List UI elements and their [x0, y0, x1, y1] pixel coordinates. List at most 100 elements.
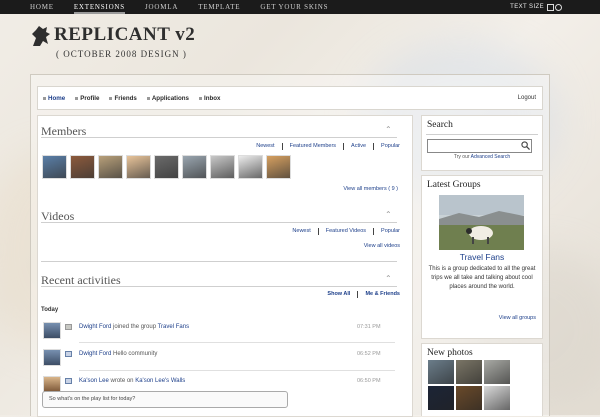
videos-tab[interactable]: Featured Videos — [326, 228, 366, 235]
activity-actor-link[interactable]: Dwight Ford — [79, 351, 111, 357]
activity-time: 06:52 PM — [357, 351, 381, 357]
top-nav-list: HOME EXTENSIONS JOOMLA TEMPLATE GET YOUR SKI… — [30, 0, 328, 14]
top-nav-item[interactable]: EXTENSIONS — [73, 0, 125, 14]
menu-items: Home Profile Friends Applications Inbox — [43, 87, 220, 109]
photo-thumbnail[interactable] — [484, 386, 510, 410]
members-avatar-list — [42, 155, 291, 179]
divider — [41, 222, 397, 223]
site-logo[interactable]: REPLICANT v2 ( OCTOBER 2008 DESIGN ) — [30, 20, 230, 68]
activity-description: Hello community — [111, 351, 158, 357]
advanced-search-link[interactable]: Advanced Search — [471, 154, 510, 160]
members-tab[interactable]: Newest — [256, 143, 274, 150]
members-tab[interactable]: Active — [351, 143, 366, 150]
day-label: Today — [41, 307, 59, 313]
separator — [373, 143, 375, 150]
member-avatar[interactable] — [42, 155, 67, 179]
comment-box[interactable]: So what's on the play list for today? — [42, 391, 288, 408]
member-avatar[interactable] — [182, 155, 207, 179]
menu-item-label: Profile — [80, 94, 100, 102]
member-avatar[interactable] — [266, 155, 291, 179]
member-avatar[interactable] — [210, 155, 235, 179]
activity-text: Ka'son Lee wrote on Ka'son Lee's Walls — [79, 378, 185, 384]
photo-thumbnail[interactable] — [428, 360, 454, 384]
menu-item[interactable]: Inbox — [198, 94, 221, 102]
activity-description: wrote on — [108, 378, 136, 384]
divider — [41, 261, 397, 262]
group-name-link[interactable]: Travel Fans — [422, 252, 542, 262]
member-avatar[interactable] — [126, 155, 151, 179]
bullet-icon — [43, 96, 46, 100]
videos-collapse-icon[interactable]: ⌃ — [385, 210, 392, 219]
wall-icon — [65, 378, 72, 384]
menu-item[interactable]: Home — [43, 95, 65, 102]
top-nav-item[interactable]: JOOMLA — [145, 0, 178, 14]
status-icon — [65, 351, 72, 357]
lion-emblem-icon — [32, 26, 50, 46]
videos-tab[interactable]: Popular — [381, 228, 400, 235]
top-nav-item[interactable]: HOME — [30, 0, 54, 14]
photo-thumbnail[interactable] — [428, 386, 454, 410]
members-tab[interactable]: Featured Members — [290, 143, 336, 150]
view-all-members-link[interactable]: View all members ( 9 ) — [343, 186, 398, 192]
menu-item-label: Applications — [151, 94, 189, 102]
members-collapse-icon[interactable]: ⌃ — [385, 125, 392, 134]
member-avatar[interactable] — [238, 155, 263, 179]
members-tabs: Newest Featured Members Active Popular — [256, 143, 400, 150]
view-all-groups-link[interactable]: View all groups — [499, 315, 536, 321]
menu-item[interactable]: Friends — [109, 95, 137, 102]
divider — [426, 134, 538, 135]
top-nav-item[interactable]: TEMPLATE — [198, 0, 240, 14]
bullet-icon — [146, 96, 150, 100]
advanced-search-prefix: Try our — [453, 154, 471, 160]
latest-groups-box: Latest Groups Travel Fans This is a grou… — [421, 175, 543, 339]
activity-target-link[interactable]: Ka'son Lee's Walls — [135, 378, 185, 384]
bullet-icon — [109, 96, 113, 100]
separator — [357, 291, 359, 298]
photo-grid — [428, 360, 510, 410]
main-column: Members ⌃ Newest Featured Members Active Po… — [37, 115, 413, 417]
videos-tabs: Newest Featured Videos Popular — [292, 228, 400, 235]
member-avatar[interactable] — [70, 155, 95, 179]
filter-show-all[interactable]: Show All — [327, 291, 350, 298]
members-tab[interactable]: Popular — [381, 143, 400, 150]
photo-thumbnail[interactable] — [456, 360, 482, 384]
filter-me-and-friends[interactable]: Me & Friends — [365, 291, 400, 298]
menu-item-label: Home — [48, 94, 66, 102]
activity-target-link[interactable]: Travel Fans — [158, 324, 189, 330]
logo-tagline: ( OCTOBER 2008 DESIGN ) — [56, 49, 187, 59]
new-photos-title: New photos — [427, 348, 473, 358]
text-size-decrease-button[interactable] — [547, 4, 554, 11]
separator — [317, 228, 319, 235]
activity-time: 06:50 PM — [357, 378, 381, 384]
activities-collapse-icon[interactable]: ⌃ — [385, 274, 392, 283]
search-icon[interactable] — [521, 141, 530, 150]
separator — [373, 228, 375, 235]
advanced-search-line: Try our Advanced Search — [422, 154, 542, 160]
activity-actor-link[interactable]: Dwight Ford — [79, 324, 111, 330]
logout-link[interactable]: Logout — [518, 87, 536, 109]
search-box: Search Try our Advanced Search — [421, 115, 543, 171]
main-menu: Home Profile Friends Applications Inbox Logo… — [37, 86, 543, 110]
activity-actor-link[interactable]: Ka'son Lee — [79, 378, 109, 384]
videos-tab[interactable]: Newest — [292, 228, 310, 235]
search-input[interactable] — [427, 139, 532, 153]
group-photo[interactable] — [439, 195, 524, 250]
avatar[interactable] — [43, 322, 61, 339]
photo-thumbnail[interactable] — [484, 360, 510, 384]
divider — [41, 137, 397, 138]
top-nav-item[interactable]: GET YOUR SKINS — [260, 0, 328, 14]
activity-row: Dwight Ford Hello community 06:52 PM — [39, 349, 407, 367]
member-avatar[interactable] — [98, 155, 123, 179]
member-avatar[interactable] — [154, 155, 179, 179]
latest-groups-title: Latest Groups — [427, 180, 481, 190]
group-icon — [65, 324, 72, 330]
menu-item[interactable]: Profile — [75, 95, 99, 102]
text-size-reset-button[interactable] — [555, 4, 562, 11]
menu-item-label: Inbox — [203, 94, 221, 102]
search-title: Search — [427, 120, 453, 130]
avatar[interactable] — [43, 349, 61, 366]
photo-thumbnail[interactable] — [456, 386, 482, 410]
view-all-videos-link[interactable]: View all videos — [364, 243, 400, 249]
menu-item[interactable]: Applications — [146, 94, 189, 102]
logo-brand: REPLICANT v2 — [54, 24, 196, 45]
